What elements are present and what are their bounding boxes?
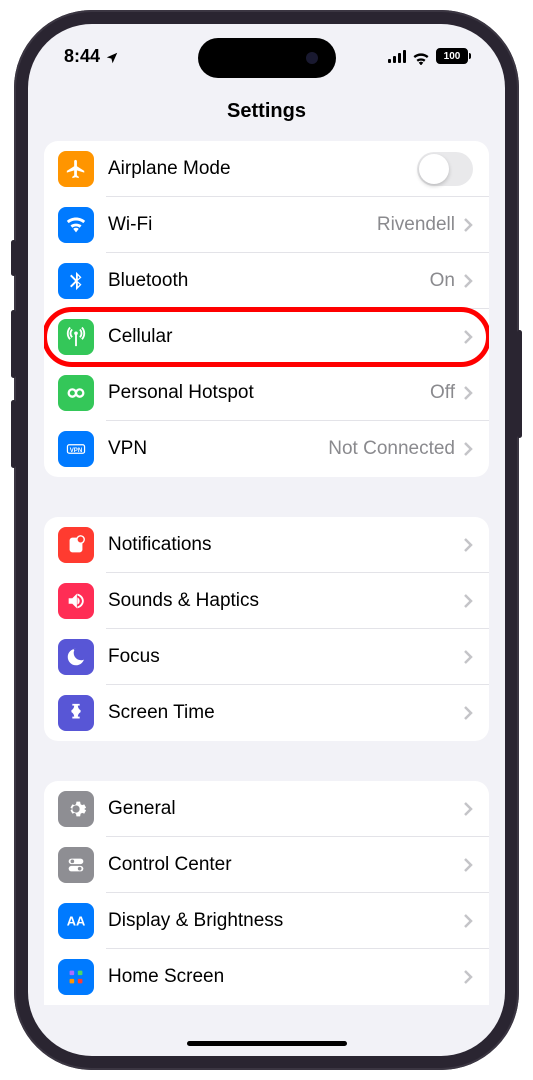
chevron-right-icon (463, 969, 473, 985)
general-label: General (108, 798, 463, 820)
homescreen-row[interactable]: Home Screen (44, 949, 489, 1005)
svg-text:AA: AA (67, 914, 86, 929)
location-icon (105, 49, 119, 63)
chevron-right-icon (463, 329, 473, 345)
controlcenter-label: Control Center (108, 854, 463, 876)
wifi-status-icon (412, 49, 430, 63)
volume-down (11, 400, 16, 468)
wifi-value: Rivendell (377, 214, 455, 236)
hotspot-label: Personal Hotspot (108, 382, 430, 404)
bluetooth-icon (58, 263, 94, 299)
chevron-right-icon (463, 649, 473, 665)
notifications-icon (58, 527, 94, 563)
vpn-icon: VPN (58, 431, 94, 467)
wifi-label: Wi-Fi (108, 214, 377, 236)
general-icon (58, 791, 94, 827)
notifications-label: Notifications (108, 534, 463, 556)
bluetooth-row[interactable]: Bluetooth On (44, 253, 489, 309)
vpn-value: Not Connected (328, 438, 455, 460)
battery-icon: 100 (436, 48, 471, 64)
chevron-right-icon (463, 857, 473, 873)
cellular-icon (58, 319, 94, 355)
display-label: Display & Brightness (108, 910, 463, 932)
general-row[interactable]: General (44, 781, 489, 837)
svg-text:VPN: VPN (70, 447, 83, 454)
airplane-icon (58, 151, 94, 187)
vpn-row[interactable]: VPN VPN Not Connected (44, 421, 489, 477)
settings-list[interactable]: Airplane Mode Wi-Fi Rivendell Bluetooth (28, 141, 505, 1056)
sounds-label: Sounds & Haptics (108, 590, 463, 612)
notifications-row[interactable]: Notifications (44, 517, 489, 573)
phone-frame: 8:44 100 Settings (14, 10, 519, 1070)
screentime-icon (58, 695, 94, 731)
hotspot-row[interactable]: Personal Hotspot Off (44, 365, 489, 421)
volume-up (11, 310, 16, 378)
cellular-row[interactable]: Cellular (44, 309, 489, 365)
airplane-label: Airplane Mode (108, 158, 417, 180)
focus-icon (58, 639, 94, 675)
chevron-right-icon (463, 705, 473, 721)
chevron-right-icon (463, 385, 473, 401)
screentime-label: Screen Time (108, 702, 463, 724)
display-icon: AA (58, 903, 94, 939)
home-indicator[interactable] (187, 1041, 347, 1046)
settings-group-general: General Control Center AA Display & Brig… (44, 781, 489, 1005)
homescreen-label: Home Screen (108, 966, 463, 988)
focus-row[interactable]: Focus (44, 629, 489, 685)
hotspot-icon (58, 375, 94, 411)
mute-switch (11, 240, 16, 276)
wifi-icon (58, 207, 94, 243)
cellular-label: Cellular (108, 326, 463, 348)
bluetooth-label: Bluetooth (108, 270, 430, 292)
chevron-right-icon (463, 273, 473, 289)
page-title: Settings (28, 100, 505, 123)
controlcenter-row[interactable]: Control Center (44, 837, 489, 893)
dynamic-island (198, 38, 336, 78)
hotspot-value: Off (430, 382, 455, 404)
airplane-toggle[interactable] (417, 152, 473, 186)
settings-group-connectivity: Airplane Mode Wi-Fi Rivendell Bluetooth (44, 141, 489, 477)
chevron-right-icon (463, 441, 473, 457)
focus-label: Focus (108, 646, 463, 668)
vpn-label: VPN (108, 438, 328, 460)
chevron-right-icon (463, 913, 473, 929)
power-button (517, 330, 522, 438)
chevron-right-icon (463, 801, 473, 817)
chevron-right-icon (463, 537, 473, 553)
sounds-row[interactable]: Sounds & Haptics (44, 573, 489, 629)
cell-signal-icon (388, 50, 407, 63)
screentime-row[interactable]: Screen Time (44, 685, 489, 741)
wifi-row[interactable]: Wi-Fi Rivendell (44, 197, 489, 253)
bluetooth-value: On (430, 270, 455, 292)
chevron-right-icon (463, 217, 473, 233)
page-header: Settings (28, 88, 505, 141)
airplane-mode-row[interactable]: Airplane Mode (44, 141, 489, 197)
homescreen-icon (58, 959, 94, 995)
chevron-right-icon (463, 593, 473, 609)
screen: 8:44 100 Settings (28, 24, 505, 1056)
controlcenter-icon (58, 847, 94, 883)
sounds-icon (58, 583, 94, 619)
settings-group-notifications: Notifications Sounds & Haptics Focus (44, 517, 489, 741)
display-row[interactable]: AA Display & Brightness (44, 893, 489, 949)
status-time: 8:44 (64, 46, 100, 67)
